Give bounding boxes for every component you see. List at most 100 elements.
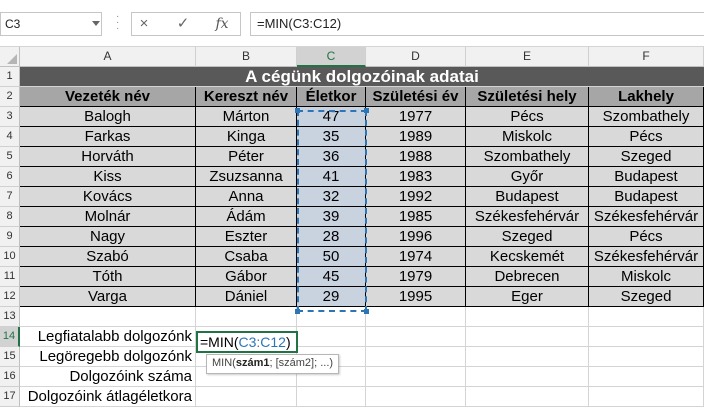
summary-label[interactable]: Legfiatalabb dolgozónk [20, 327, 196, 347]
data-cell[interactable]: Ádám [196, 207, 297, 227]
data-cell[interactable]: Budapest [589, 187, 704, 207]
data-cell[interactable]: 1989 [366, 127, 466, 147]
name-box-dropdown-icon[interactable] [92, 21, 100, 26]
empty-cell[interactable] [589, 307, 704, 327]
data-cell[interactable]: Székesfehérvár [589, 247, 704, 267]
empty-cell[interactable] [589, 347, 704, 367]
row-header-16[interactable]: 16 [0, 367, 20, 387]
data-cell[interactable]: Eger [466, 287, 589, 307]
data-cell[interactable]: Szombathely [466, 147, 589, 167]
row-header-14[interactable]: 14 [0, 327, 20, 347]
data-cell[interactable]: 50 [297, 247, 366, 267]
data-cell[interactable]: Székesfehérvár [466, 207, 589, 227]
row-header-10[interactable]: 10 [0, 247, 20, 267]
data-cell[interactable]: 1995 [366, 287, 466, 307]
data-cell[interactable]: Márton [196, 107, 297, 127]
column-header-b[interactable]: B [196, 47, 297, 67]
empty-cell[interactable] [589, 387, 704, 407]
empty-cell[interactable] [366, 307, 466, 327]
data-cell[interactable]: 1988 [366, 147, 466, 167]
cancel-icon[interactable]: × [134, 15, 154, 33]
column-title-5[interactable]: Születési hely [466, 87, 589, 107]
data-cell[interactable]: Pécs [466, 107, 589, 127]
data-cell[interactable]: Kovács [20, 187, 196, 207]
empty-cell[interactable] [20, 307, 196, 327]
empty-cell[interactable] [366, 367, 466, 387]
empty-cell[interactable] [297, 327, 366, 347]
data-cell[interactable]: Debrecen [466, 267, 589, 287]
data-cell[interactable]: Eszter [196, 227, 297, 247]
data-cell[interactable]: Miskolc [589, 267, 704, 287]
tooltip-arg1[interactable]: szám1 [236, 357, 270, 369]
data-cell[interactable]: Győr [466, 167, 589, 187]
row-header-13[interactable]: 13 [0, 307, 20, 327]
summary-label[interactable]: Legöregebb dolgozónk [20, 347, 196, 367]
data-cell[interactable]: Péter [196, 147, 297, 167]
data-cell[interactable]: Varga [20, 287, 196, 307]
empty-cell[interactable] [366, 387, 466, 407]
data-cell[interactable]: 39 [297, 207, 366, 227]
name-box[interactable]: C3 [0, 12, 102, 36]
row-header-9[interactable]: 9 [0, 227, 20, 247]
data-cell[interactable]: 41 [297, 167, 366, 187]
data-cell[interactable]: 1979 [366, 267, 466, 287]
data-cell[interactable]: Molnár [20, 207, 196, 227]
empty-cell[interactable] [466, 307, 589, 327]
empty-cell[interactable] [466, 327, 589, 347]
data-cell[interactable]: Budapest [589, 167, 704, 187]
enter-icon[interactable]: ✓ [173, 15, 193, 33]
active-cell-editor[interactable]: =MIN(C3:C12) [196, 331, 298, 353]
row-header-8[interactable]: 8 [0, 207, 20, 227]
column-title-2[interactable]: Kereszt név [196, 87, 297, 107]
column-header-d[interactable]: D [366, 47, 466, 67]
data-cell[interactable]: Farkas [20, 127, 196, 147]
data-cell[interactable]: Kecskemét [466, 247, 589, 267]
select-all-corner[interactable] [0, 47, 20, 67]
data-cell[interactable]: 1985 [366, 207, 466, 227]
column-header-c[interactable]: C [297, 47, 366, 67]
row-header-17[interactable]: 17 [0, 387, 20, 407]
data-cell[interactable]: Szeged [589, 287, 704, 307]
column-title-6[interactable]: Lakhely [589, 87, 704, 107]
empty-cell[interactable] [196, 387, 297, 407]
empty-cell[interactable] [466, 347, 589, 367]
empty-cell[interactable] [297, 387, 366, 407]
data-cell[interactable]: Miskolc [466, 127, 589, 147]
insert-function-icon[interactable]: fx [211, 15, 233, 33]
empty-cell[interactable] [297, 307, 366, 327]
data-cell[interactable]: Anna [196, 187, 297, 207]
empty-cell[interactable] [466, 387, 589, 407]
data-cell[interactable]: 36 [297, 147, 366, 167]
data-cell[interactable]: 45 [297, 267, 366, 287]
row-header-7[interactable]: 7 [0, 187, 20, 207]
data-cell[interactable]: 1977 [366, 107, 466, 127]
data-cell[interactable]: Budapest [466, 187, 589, 207]
data-cell[interactable]: 1992 [366, 187, 466, 207]
data-cell[interactable]: Gábor [196, 267, 297, 287]
data-cell[interactable]: Székesfehérvár [589, 207, 704, 227]
data-cell[interactable]: Nagy [20, 227, 196, 247]
row-header-4[interactable]: 4 [0, 127, 20, 147]
column-title-1[interactable]: Vezeték név [20, 87, 196, 107]
data-cell[interactable]: Pécs [589, 227, 704, 247]
data-cell[interactable]: 32 [297, 187, 366, 207]
empty-cell[interactable] [366, 347, 466, 367]
data-cell[interactable]: Szabó [20, 247, 196, 267]
column-header-a[interactable]: A [20, 47, 196, 67]
empty-cell[interactable] [589, 367, 704, 387]
column-title-3[interactable]: Életkor [297, 87, 366, 107]
column-header-e[interactable]: E [466, 47, 589, 67]
data-cell[interactable]: Szombathely [589, 107, 704, 127]
data-cell[interactable]: Balogh [20, 107, 196, 127]
row-header-3[interactable]: 3 [0, 107, 20, 127]
column-header-f[interactable]: F [589, 47, 704, 67]
empty-cell[interactable] [466, 367, 589, 387]
row-header-1[interactable]: 1 [0, 67, 20, 87]
data-cell[interactable]: 1983 [366, 167, 466, 187]
data-cell[interactable]: Tóth [20, 267, 196, 287]
empty-cell[interactable] [589, 327, 704, 347]
data-cell[interactable]: Szeged [466, 227, 589, 247]
summary-label[interactable]: Dolgozóink átlagéletkora [20, 387, 196, 407]
data-cell[interactable]: 1996 [366, 227, 466, 247]
row-header-2[interactable]: 2 [0, 87, 20, 107]
